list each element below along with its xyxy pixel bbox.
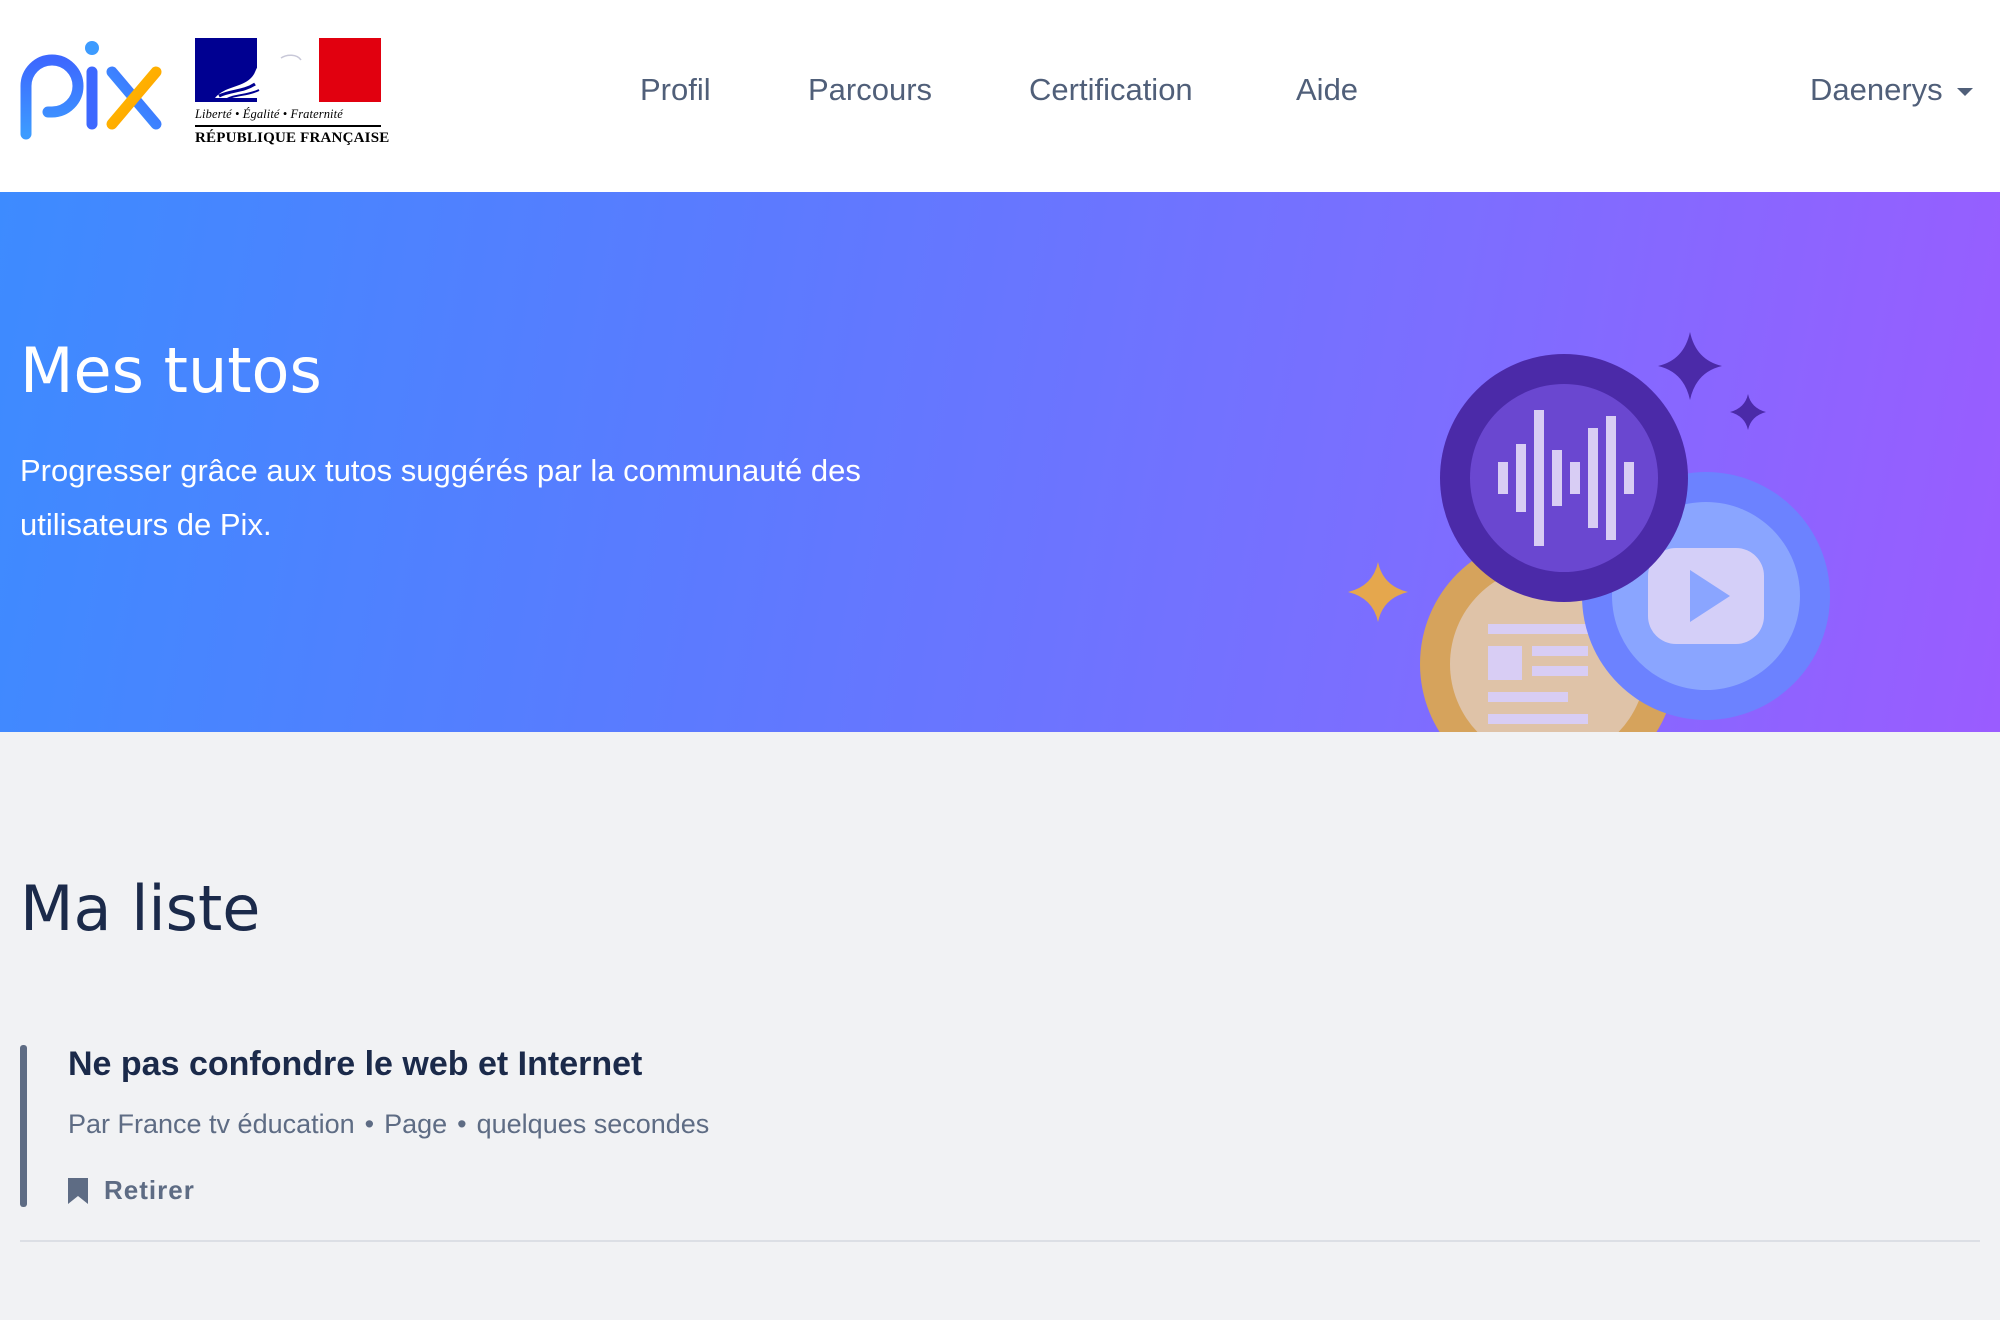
sparkle-icon (1730, 394, 1766, 430)
nav-item-profil[interactable]: Profil (640, 72, 711, 108)
remove-tutorial-label: Retirer (104, 1175, 195, 1205)
main-navigation: Profil Parcours Certification Aide (0, 72, 2000, 122)
user-menu-button[interactable]: Daenerys (1810, 72, 1973, 108)
nav-item-certification[interactable]: Certification (1029, 72, 1193, 108)
my-list-title: Ma liste (20, 872, 261, 945)
bookmark-icon (68, 1177, 88, 1204)
remove-tutorial-button[interactable]: Retirer (68, 1175, 195, 1206)
republic-name: RÉPUBLIQUE FRANÇAISE (195, 130, 390, 146)
tutorials-illustration (1348, 332, 1830, 732)
meta-separator: • (457, 1109, 467, 1139)
nav-item-parcours[interactable]: Parcours (808, 72, 932, 108)
tutorial-title-link[interactable]: Ne pas confondre le web et Internet (68, 1045, 642, 1084)
tutorial-accent-bar (20, 1045, 27, 1207)
top-header: Liberté • Égalité • Fraternité RÉPUBLIQU… (0, 0, 2000, 192)
tutorial-format: Page (384, 1109, 448, 1139)
tutorial-metadata: Par France tv éducation • Page • quelque… (68, 1109, 709, 1140)
nav-item-aide[interactable]: Aide (1296, 72, 1358, 108)
tutorial-duration: quelques secondes (476, 1109, 710, 1139)
meta-separator: • (364, 1109, 375, 1139)
list-divider (20, 1240, 1980, 1242)
tutorial-source: Par France tv éducation (68, 1109, 355, 1139)
page-title: Mes tutos (20, 334, 322, 407)
sparkle-icon (1658, 332, 1722, 400)
motto-divider (195, 125, 381, 127)
hero-banner: Mes tutos Progresser grâce aux tutos sug… (0, 192, 2000, 732)
tutorial-card: Ne pas confondre le web et Internet Par … (20, 1045, 1980, 1241)
sparkle-icon (1348, 562, 1408, 622)
user-name: Daenerys (1810, 72, 1943, 107)
page-subtitle: Progresser grâce aux tutos suggérés par … (20, 453, 861, 542)
audio-medallion-icon (1440, 354, 1688, 602)
caret-down-icon (1956, 88, 1973, 96)
